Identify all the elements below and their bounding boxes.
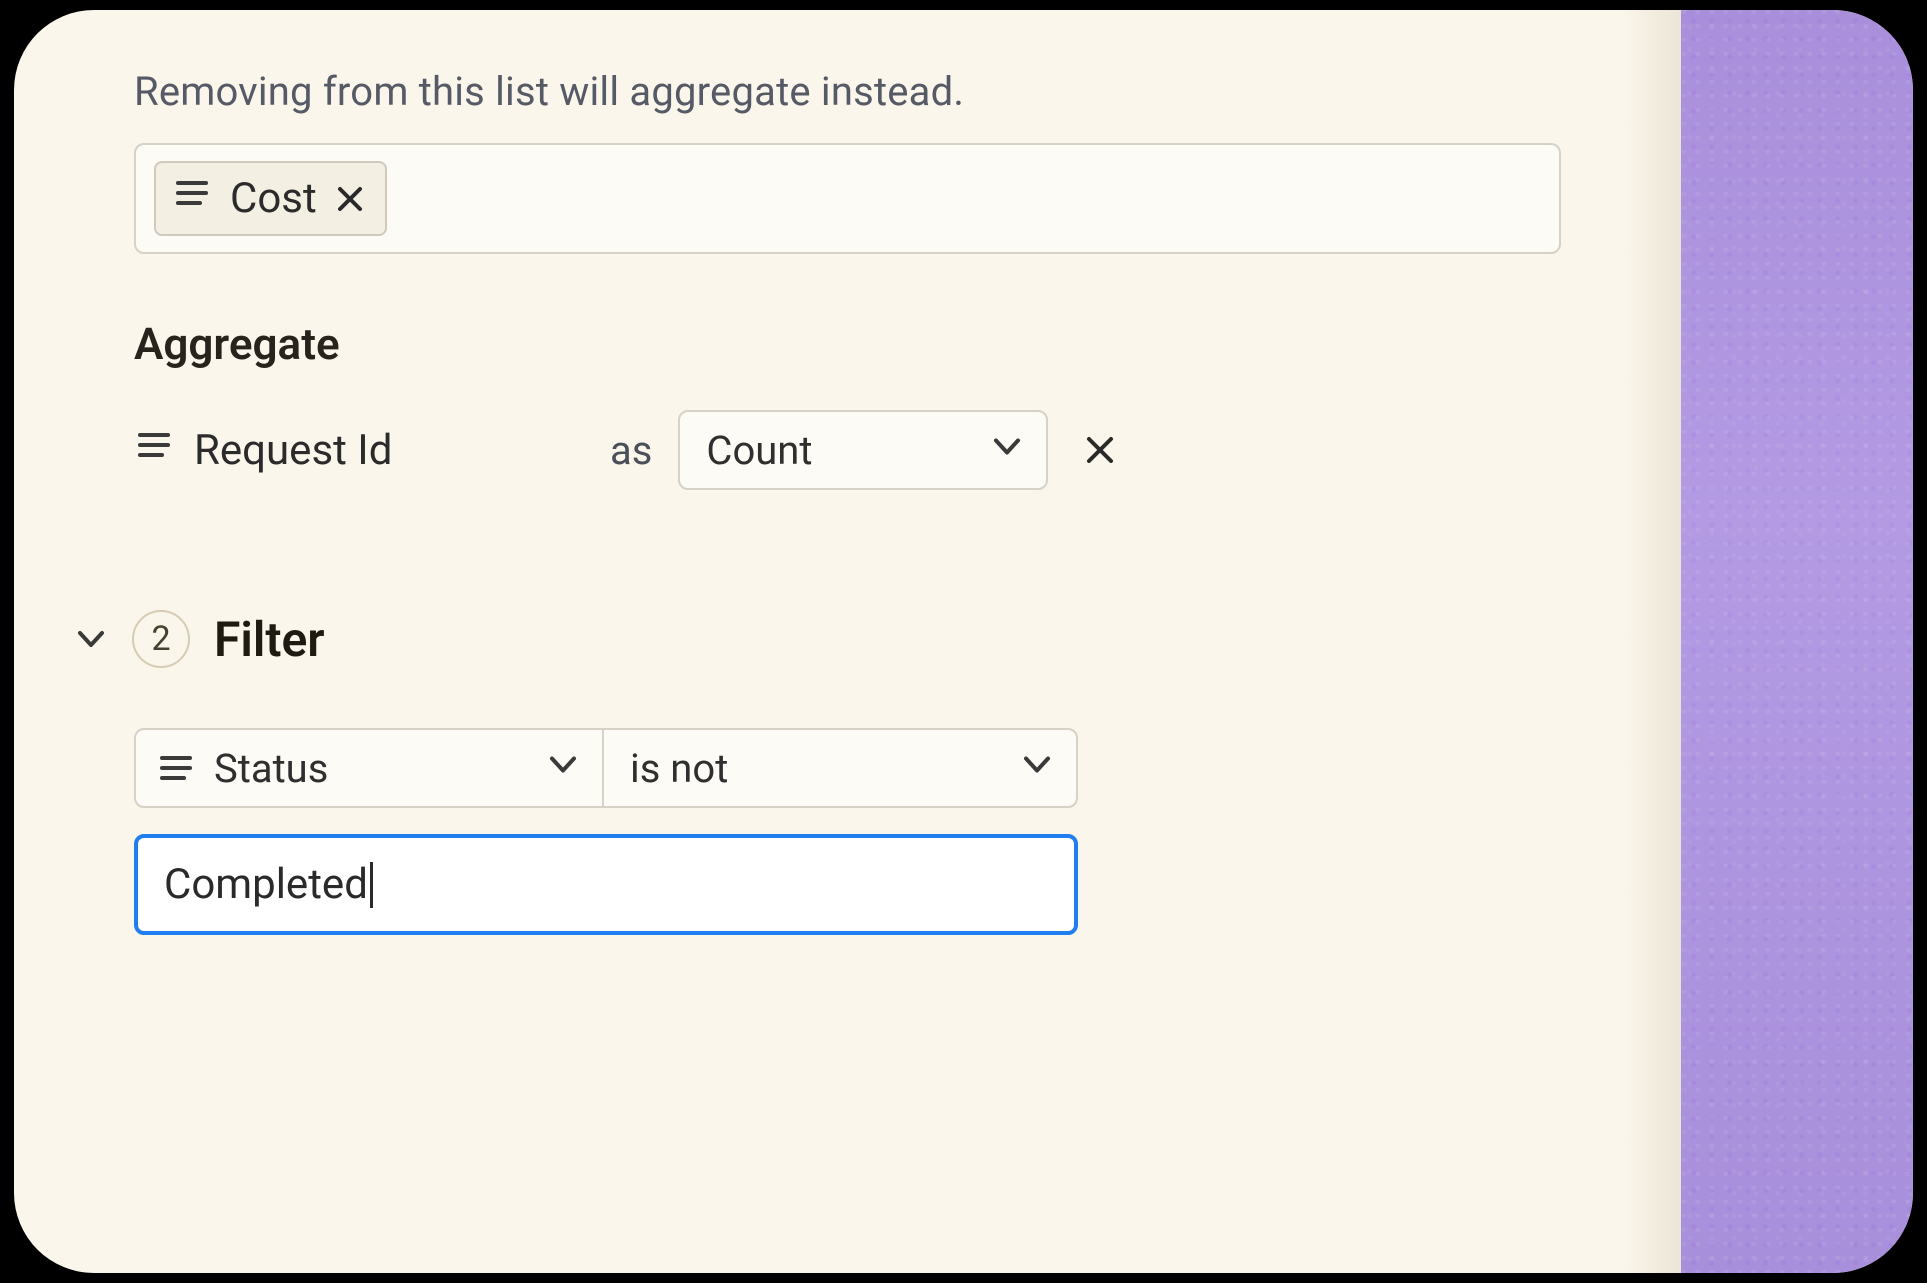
filter-heading: Filter — [214, 611, 325, 668]
aggregate-heading: Aggregate — [134, 318, 1561, 370]
aggregate-as-label: as — [610, 427, 652, 474]
chip-remove-icon[interactable] — [335, 184, 365, 214]
aggregate-function-value: Count — [706, 427, 812, 474]
chevron-down-icon — [990, 427, 1024, 474]
text-caret — [370, 862, 373, 908]
list-icon — [134, 425, 174, 476]
chip-label: Cost — [230, 174, 317, 223]
aggregate-function-select[interactable]: Count — [678, 410, 1048, 490]
decorative-side-stripe — [1681, 10, 1913, 1273]
list-icon — [156, 748, 196, 788]
groupby-helper-text: Removing from this list will aggregate i… — [134, 68, 1561, 115]
filter-condition-row: Status is not — [134, 728, 1078, 808]
chevron-down-icon — [546, 745, 580, 792]
filter-operator-select[interactable]: is not — [602, 728, 1078, 808]
aggregate-field[interactable]: Request Id — [134, 425, 584, 476]
filter-section-header: 2 Filter — [74, 610, 1561, 668]
filter-value-input[interactable]: Completed — [134, 834, 1078, 935]
filter-operator-value: is not — [630, 745, 728, 792]
aggregate-row: Request Id as Count — [134, 410, 1561, 490]
groupby-chip[interactable]: Cost — [154, 161, 387, 236]
filter-step-badge: 2 — [132, 610, 190, 668]
chevron-down-icon — [1020, 745, 1054, 792]
aggregate-remove-button[interactable] — [1074, 424, 1126, 476]
groupby-field-box[interactable]: Cost — [134, 143, 1561, 254]
filter-field-value: Status — [214, 745, 328, 792]
filter-field-select[interactable]: Status — [134, 728, 604, 808]
list-icon — [172, 173, 212, 224]
filter-disclosure-toggle[interactable] — [74, 622, 108, 656]
aggregate-field-label: Request Id — [194, 426, 392, 475]
config-panel: Removing from this list will aggregate i… — [14, 10, 1681, 1273]
filter-value-text: Completed — [164, 860, 368, 909]
